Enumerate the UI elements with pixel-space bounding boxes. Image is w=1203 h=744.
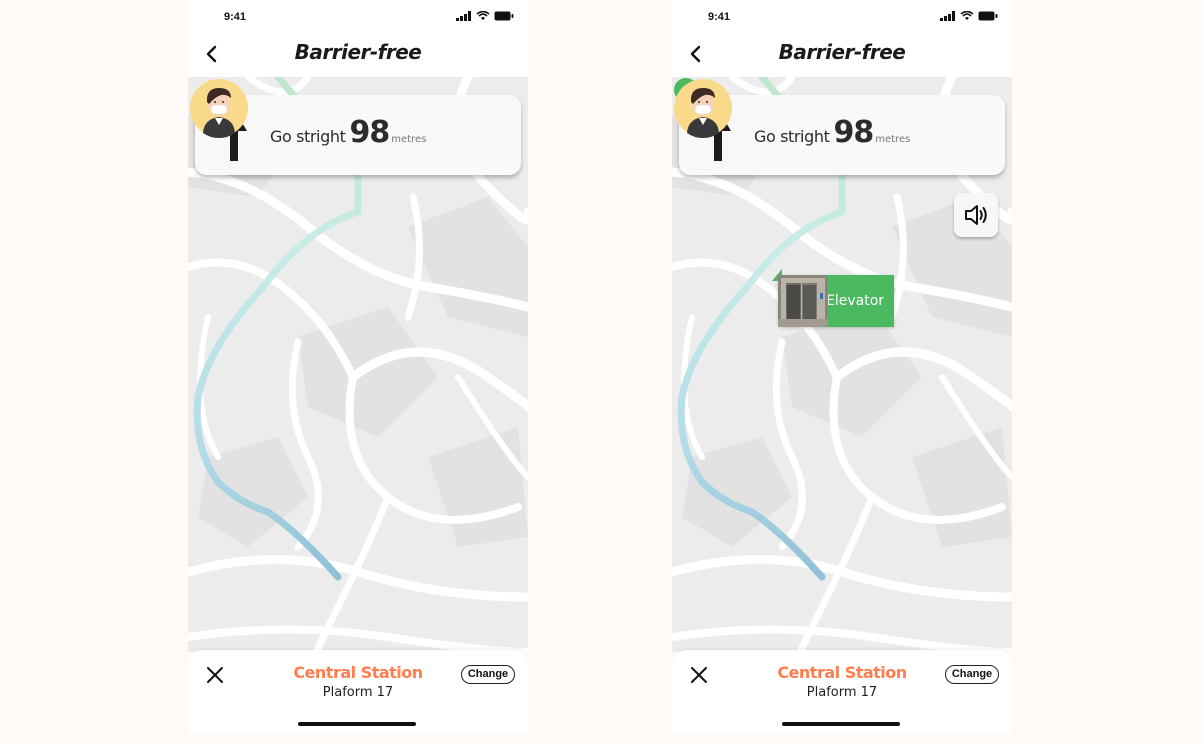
instruction-unit: metres (391, 134, 427, 145)
home-indicator (298, 722, 416, 726)
instruction-text: Go stright (270, 127, 346, 146)
header: Barrier-free (672, 34, 1012, 77)
page-title: Barrier-free (294, 40, 422, 64)
instruction-text-group: Go stright 98 metres (754, 115, 910, 150)
signal-icon (456, 11, 471, 21)
change-button[interactable]: Change (461, 665, 515, 684)
poi-label: Elevator (826, 293, 885, 309)
bottom-sheet: Central Station Plaform 17 Change (188, 650, 528, 734)
poi-card[interactable]: Elevator (772, 269, 942, 327)
destination-platform: Plaform 17 (806, 685, 878, 700)
instruction-text: Go stright (754, 127, 830, 146)
instruction-unit: metres (875, 134, 911, 145)
instruction-text-group: Go stright 98 metres (270, 115, 426, 150)
status-bar: 9:41 (188, 0, 528, 34)
user-avatar (190, 79, 248, 138)
status-icons (940, 11, 998, 21)
phone-screen-2: 9:41 Barrier-free Go stright 98 metres E… (672, 0, 1012, 734)
map-view[interactable]: Go stright 98 metres (188, 77, 528, 652)
page-title: Barrier-free (778, 40, 906, 64)
change-button[interactable]: Change (945, 665, 999, 684)
status-time: 9:41 (224, 11, 247, 23)
battery-icon (494, 11, 514, 21)
home-indicator (782, 722, 900, 726)
wifi-icon (960, 11, 974, 20)
status-time: 9:41 (708, 11, 731, 23)
destination-platform: Plaform 17 (322, 685, 394, 700)
header: Barrier-free (188, 34, 528, 77)
sound-button[interactable] (954, 193, 998, 237)
wifi-icon (476, 11, 490, 20)
sound-icon (965, 205, 987, 225)
elevator-photo (778, 275, 828, 327)
user-avatar (674, 79, 732, 138)
instruction-distance: 98 (349, 115, 390, 150)
signal-icon (940, 11, 955, 21)
status-bar: 9:41 (672, 0, 1012, 34)
bottom-sheet: Central Station Plaform 17 Change (672, 650, 1012, 734)
battery-icon (978, 11, 998, 21)
status-icons (456, 11, 514, 21)
instruction-distance: 98 (833, 115, 874, 150)
phone-screen-1: 9:41 Barrier-free Go stright 98 metres C… (188, 0, 528, 734)
map-view[interactable]: Go stright 98 metres (672, 77, 1012, 652)
